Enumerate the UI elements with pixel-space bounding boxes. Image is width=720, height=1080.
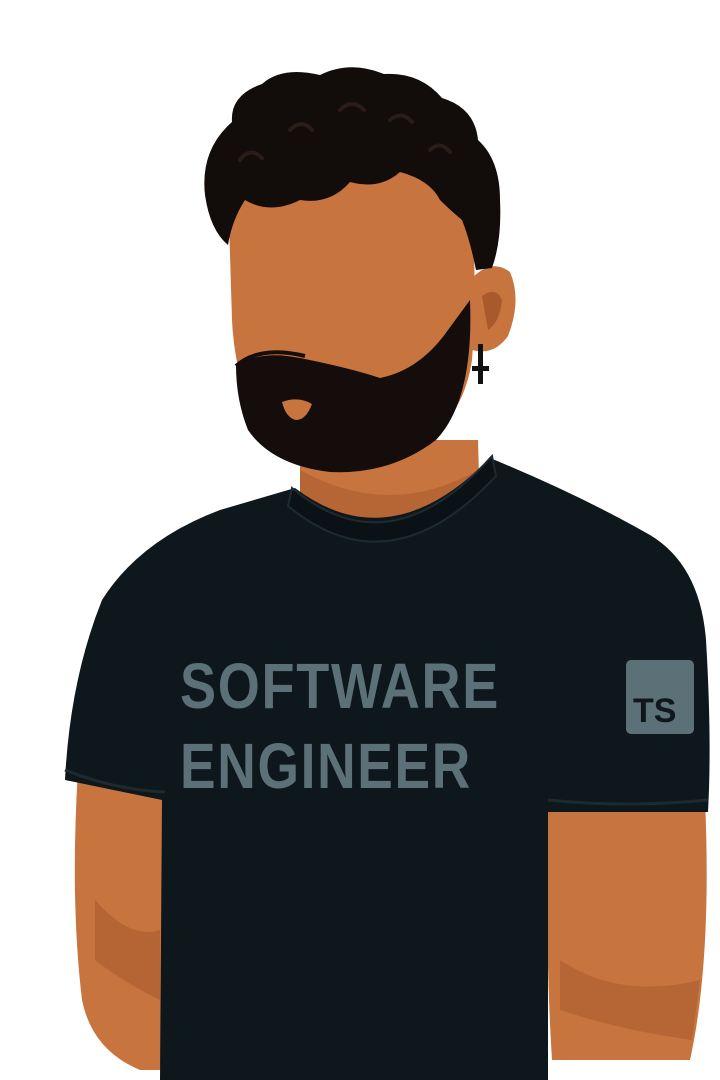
- shirt-text-line1: SOFTWARE: [180, 650, 500, 722]
- typescript-logo-icon: TS: [626, 660, 694, 734]
- illustration-canvas: SOFTWARE ENGINEER TS: [0, 0, 720, 1080]
- left-arm: [74, 770, 172, 1070]
- avatar-illustration: SOFTWARE ENGINEER TS: [64, 67, 710, 1080]
- badge-text: TS: [633, 692, 676, 730]
- shirt-text-line2: ENGINEER: [180, 730, 472, 802]
